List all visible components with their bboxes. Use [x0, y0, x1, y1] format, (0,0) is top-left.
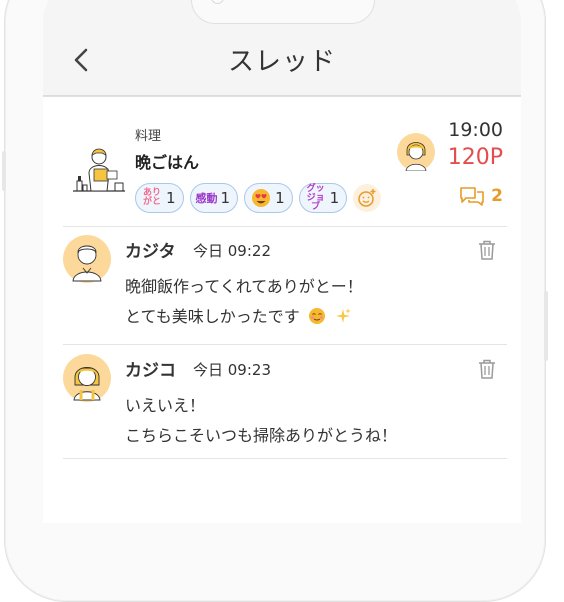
thread-content: 料理 晩ごはん あり がと 1 感動 1 1 グッ ジョブ 1 19:00 12…: [43, 97, 521, 523]
trash-icon[interactable]: [477, 358, 497, 380]
comment-text-line: 晩御飯作ってくれてありがとー！: [125, 277, 363, 296]
thread-time: 19:00: [448, 119, 503, 141]
comment-item: カジタ 今日 09:22 晩御飯作ってくれてありがとー！ とても美味しかったです: [63, 227, 507, 337]
comment-author: カジタ: [125, 242, 176, 262]
kandou-icon: 感動: [195, 191, 218, 205]
comment-text: とても美味しかったです: [125, 307, 300, 326]
comment-time: 今日 09:22: [193, 242, 271, 260]
good-job-icon: グッ ジョブ: [306, 183, 325, 212]
add-reaction-button[interactable]: [353, 184, 382, 212]
kajiko-avatar-icon: [63, 354, 111, 402]
reaction-count: 1: [166, 189, 176, 207]
reaction-count: 1: [329, 189, 340, 207]
trash-icon[interactable]: [477, 239, 497, 261]
reaction-bar: あり がと 1 感動 1 1 グッ ジョブ 1: [135, 183, 382, 213]
comment-text-line: とても美味しかったです: [125, 303, 352, 327]
divider: [63, 458, 507, 459]
add-emoji-icon: [358, 189, 376, 207]
comment-text-line: いえいえ！: [125, 396, 206, 415]
phone-frame: スレッド 料理 晩ごはん あり がと 1 感動 1 1 グッ ジョブ 1 19:…: [2, 0, 548, 602]
thread-title: 晩ごはん: [135, 153, 200, 172]
comment-count: 2: [491, 186, 503, 206]
sparkles-emoji-icon: [335, 308, 351, 323]
reaction-good-job[interactable]: グッ ジョブ 1: [298, 183, 348, 213]
comment-text-line: こちらこそいつも掃除ありがとうね！: [125, 426, 398, 445]
comment-count-badge[interactable]: 2: [459, 185, 503, 207]
divider: [63, 344, 507, 345]
reaction-heart-eyes[interactable]: 1: [244, 183, 293, 213]
cooking-illustration-icon: [73, 148, 125, 192]
phone-notch: [191, 0, 375, 24]
kajita-avatar-icon: [63, 235, 111, 283]
app-screen: スレッド 料理 晩ごはん あり がと 1 感動 1 1 グッ ジョブ 1 19:…: [43, 0, 521, 523]
thread-category: 料理: [135, 129, 162, 144]
app-header: スレッド: [43, 31, 521, 95]
comment-item: カジコ 今日 09:23 いえいえ！ こちらこそいつも掃除ありがとうね！: [63, 346, 507, 456]
reaction-arigato[interactable]: あり がと 1: [135, 183, 184, 213]
page-title: スレッド: [227, 47, 336, 77]
comment-author: カジコ: [125, 361, 176, 381]
comment-time: 今日 09:23: [193, 361, 271, 379]
heart-eyes-emoji-icon: [252, 189, 271, 207]
thread-points: 120P: [447, 145, 503, 170]
relieved-face-emoji-icon: [308, 308, 325, 324]
thread-card[interactable]: 料理 晩ごはん あり がと 1 感動 1 1 グッ ジョブ 1 19:00 12…: [63, 97, 503, 225]
reaction-count: 1: [220, 189, 231, 207]
comments-icon: [460, 187, 484, 206]
reaction-count: 1: [275, 189, 285, 207]
phone-side-button: [2, 151, 6, 191]
arigato-icon: あり がと: [142, 188, 161, 207]
phone-side-button: [544, 291, 548, 361]
reaction-kandou[interactable]: 感動 1: [189, 183, 239, 213]
camera: [211, 0, 224, 4]
user-avatar-icon: [397, 133, 435, 171]
